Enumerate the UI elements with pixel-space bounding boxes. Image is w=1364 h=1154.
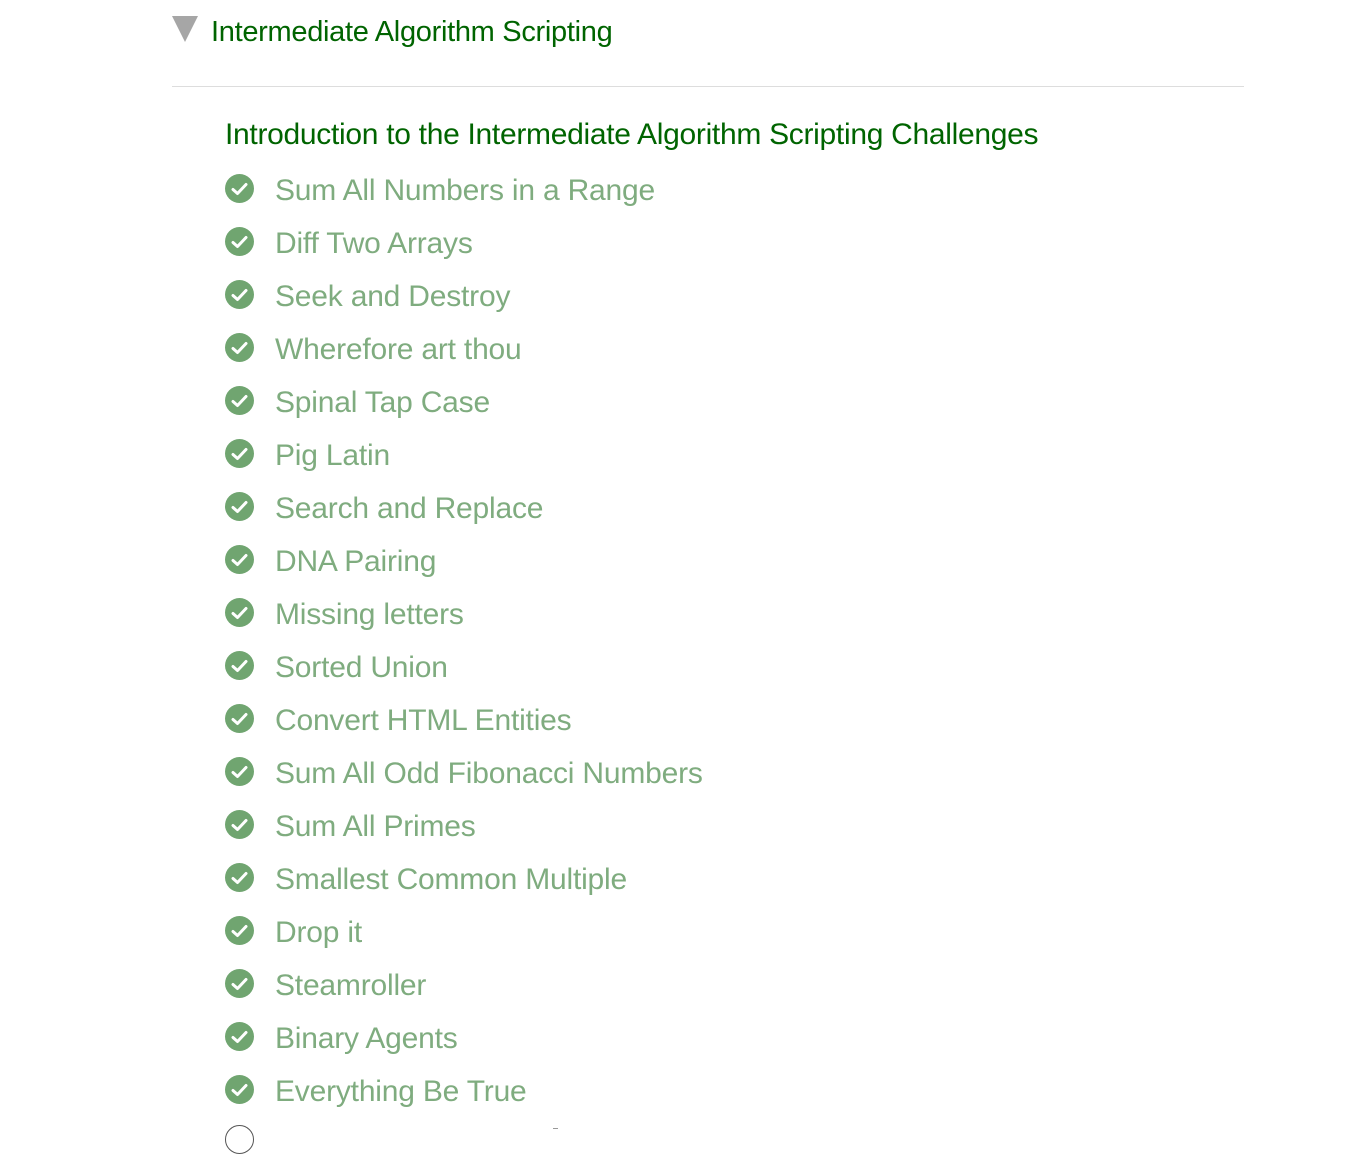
challenge-item[interactable]: Sum All Odd Fibonacci Numbers [225,747,703,800]
challenge-label: Smallest Common Multiple [275,862,627,896]
challenge-item[interactable]: Convert HTML Entities [225,694,703,747]
challenge-item[interactable]: Search and Replace [225,482,703,535]
check-circle-icon [225,333,254,362]
block-toggle-intermediate-algorithm-scripting[interactable]: Intermediate Algorithm Scripting [172,10,613,54]
check-circle-icon [225,810,254,839]
challenge-item[interactable]: Binary Agents [225,1012,703,1065]
challenge-label: Diff Two Arrays [275,226,473,260]
challenge-label: Search and Replace [275,491,544,525]
check-circle-icon [225,757,254,786]
challenge-item[interactable]: Seek and Destroy [225,270,703,323]
challenge-item[interactable]: Wherefore art thou [225,323,703,376]
challenge-label: DNA Pairing [275,544,437,578]
check-circle-icon [225,704,254,733]
challenge-label: Binary Agents [275,1021,458,1055]
check-circle-icon [225,598,254,627]
check-circle-icon [225,651,254,680]
check-circle-icon [225,545,254,574]
cut-off-text [553,1128,558,1129]
challenge-item[interactable]: Steamroller [225,959,703,1012]
challenge-label: Sum All Odd Fibonacci Numbers [275,756,703,790]
check-circle-icon [225,439,254,468]
challenge-label: Drop it [275,915,362,949]
check-circle-icon [225,863,254,892]
check-circle-icon [225,969,254,998]
divider [172,86,1244,87]
challenge-label: Sum All Numbers in a Range [275,173,655,207]
check-circle-icon [225,492,254,521]
challenge-item[interactable]: Sorted Union [225,641,703,694]
challenge-item[interactable]: Sum All Numbers in a Range [225,164,703,217]
challenge-label: Convert HTML Entities [275,703,572,737]
challenge-label: Pig Latin [275,438,390,472]
challenge-label: Spinal Tap Case [275,385,490,419]
challenge-label: Steamroller [275,968,427,1002]
challenge-label: Missing letters [275,597,464,631]
challenge-label: Sum All Primes [275,809,476,843]
challenge-label: Seek and Destroy [275,279,511,313]
challenge-item[interactable]: Sum All Primes [225,800,703,853]
challenge-label: Everything Be True [275,1074,527,1108]
check-circle-icon [225,1022,254,1051]
challenge-list: Sum All Numbers in a Range Diff Two Arra… [225,164,703,1118]
check-circle-icon [225,386,254,415]
challenge-item[interactable]: Spinal Tap Case [225,376,703,429]
empty-circle-icon [225,1125,254,1154]
challenge-item[interactable]: Smallest Common Multiple [225,853,703,906]
challenge-item[interactable]: Pig Latin [225,429,703,482]
block-title: Intermediate Algorithm Scripting [211,15,613,48]
challenge-item[interactable]: Missing letters [225,588,703,641]
challenge-item[interactable]: DNA Pairing [225,535,703,588]
check-circle-icon [225,174,254,203]
challenge-item[interactable]: Diff Two Arrays [225,217,703,270]
triangle-down-icon [172,16,198,42]
challenge-item[interactable]: Everything Be True [225,1065,703,1118]
challenge-label: Sorted Union [275,650,448,684]
intro-challenge-link[interactable]: Introduction to the Intermediate Algorit… [225,118,1039,152]
challenge-item[interactable]: Drop it [225,906,703,959]
check-circle-icon [225,227,254,256]
check-circle-icon [225,280,254,309]
check-circle-icon [225,1075,254,1104]
challenge-label: Wherefore art thou [275,332,522,366]
check-circle-icon [225,916,254,945]
